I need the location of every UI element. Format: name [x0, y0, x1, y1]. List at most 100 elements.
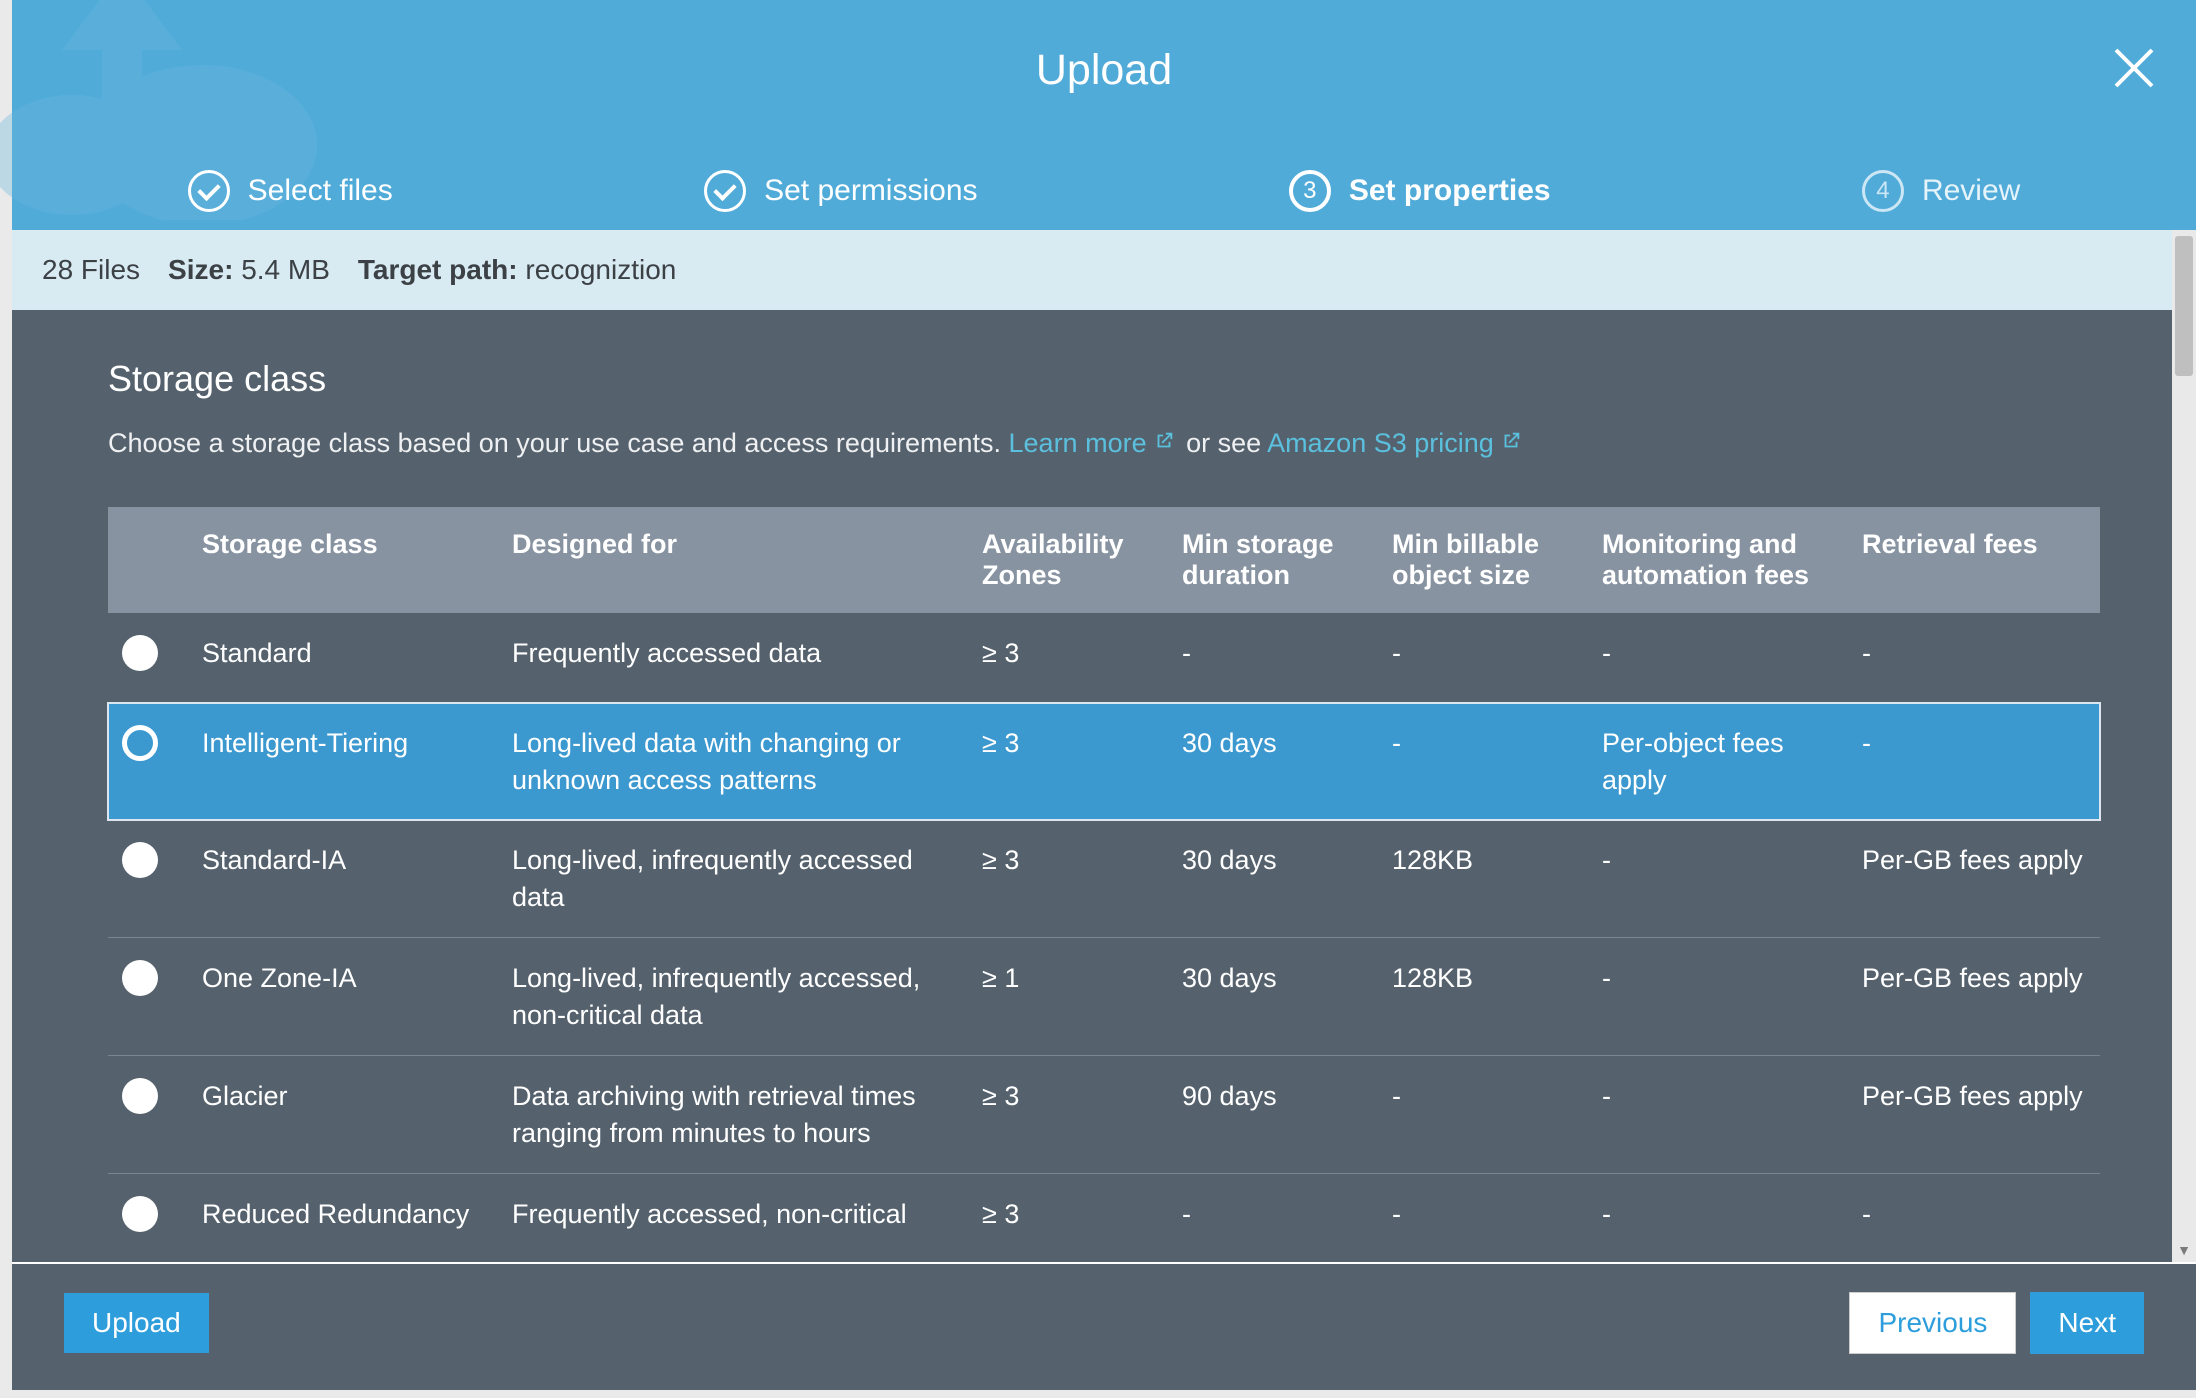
radio-button[interactable] — [122, 1078, 158, 1114]
table-row[interactable]: StandardFrequently accessed data≥ 3---- — [108, 613, 2100, 703]
cell-designed: Frequently accessed, non-critical — [498, 1173, 968, 1262]
cell-duration: 30 days — [1168, 938, 1378, 1056]
storage-class-table: Storage class Designed for Availability … — [108, 507, 2100, 1262]
external-link-icon — [1153, 430, 1175, 452]
checkmark-icon — [188, 170, 230, 212]
radio-button[interactable] — [122, 1196, 158, 1232]
cell-duration: - — [1168, 1173, 1378, 1262]
upload-button[interactable]: Upload — [64, 1293, 209, 1353]
col-min-storage-duration: Min storage duration — [1168, 507, 1378, 613]
close-button[interactable] — [2112, 46, 2156, 95]
cell-duration: 30 days — [1168, 820, 1378, 937]
cell-size: - — [1378, 703, 1588, 820]
scroll-down-arrow[interactable]: ▼ — [2175, 1242, 2193, 1260]
col-monitoring-fees: Monitoring and automation fees — [1588, 507, 1848, 613]
col-retrieval-fees: Retrieval fees — [1848, 507, 2100, 613]
cell-retrieval: Per-GB fees apply — [1848, 820, 2100, 937]
cell-az: ≥ 1 — [968, 938, 1168, 1056]
table-row[interactable]: One Zone-IALong-lived, infrequently acce… — [108, 938, 2100, 1056]
radio-button[interactable] — [122, 635, 158, 671]
table-row[interactable]: Standard-IALong-lived, infrequently acce… — [108, 820, 2100, 937]
step-number-icon: 4 — [1862, 170, 1904, 212]
upload-summary-bar: 28 Files Size: 5.4 MB Target path: recog… — [12, 230, 2196, 310]
step-review[interactable]: 4 Review — [1862, 170, 2020, 212]
radio-button[interactable] — [122, 842, 158, 878]
wizard-steps: Select files Set permissions 3 Set prope… — [12, 170, 2196, 212]
cell-designed: Data archiving with retrieval times rang… — [498, 1056, 968, 1174]
cell-class: Reduced Redundancy — [188, 1173, 498, 1262]
storage-class-section: Storage class Choose a storage class bas… — [12, 310, 2196, 1262]
cell-monitoring: Per-object fees apply — [1588, 703, 1848, 820]
cell-class: One Zone-IA — [188, 938, 498, 1056]
cell-az: ≥ 3 — [968, 1056, 1168, 1174]
cell-duration: - — [1168, 613, 1378, 703]
cell-size: - — [1378, 1173, 1588, 1262]
cell-az: ≥ 3 — [968, 703, 1168, 820]
step-number-icon: 3 — [1289, 170, 1331, 212]
cell-class: Standard-IA — [188, 820, 498, 937]
cell-az: ≥ 3 — [968, 613, 1168, 703]
cell-designed: Long-lived, infrequently accessed, non-c… — [498, 938, 968, 1056]
table-header-row: Storage class Designed for Availability … — [108, 507, 2100, 613]
learn-more-link[interactable]: Learn more — [1009, 428, 1179, 458]
section-heading: Storage class — [108, 358, 2100, 400]
radio-button[interactable] — [122, 960, 158, 996]
modal-body: 28 Files Size: 5.4 MB Target path: recog… — [12, 230, 2196, 1262]
col-availability-zones: Availability Zones — [968, 507, 1168, 613]
cell-duration: 90 days — [1168, 1056, 1378, 1174]
cell-az: ≥ 3 — [968, 1173, 1168, 1262]
close-icon — [2112, 46, 2156, 90]
cell-retrieval: Per-GB fees apply — [1848, 938, 2100, 1056]
modal-title: Upload — [12, 0, 2196, 95]
cell-retrieval: - — [1848, 1173, 2100, 1262]
modal-header: Upload Select files Set permissions 3 Se… — [12, 0, 2196, 230]
step-select-files[interactable]: Select files — [188, 170, 393, 212]
cell-designed: Long-lived data with changing or unknown… — [498, 703, 968, 820]
step-label: Review — [1922, 174, 2020, 208]
file-count: 28 Files — [42, 254, 140, 286]
checkmark-icon — [704, 170, 746, 212]
cell-designed: Long-lived, infrequently accessed data — [498, 820, 968, 937]
cell-size: 128KB — [1378, 938, 1588, 1056]
cell-monitoring: - — [1588, 820, 1848, 937]
table-row[interactable]: Reduced RedundancyFrequently accessed, n… — [108, 1173, 2100, 1262]
scrollbar[interactable]: ▼ — [2172, 230, 2196, 1262]
cell-duration: 30 days — [1168, 703, 1378, 820]
step-set-permissions[interactable]: Set permissions — [704, 170, 977, 212]
cell-designed: Frequently accessed data — [498, 613, 968, 703]
cell-monitoring: - — [1588, 613, 1848, 703]
next-button[interactable]: Next — [2030, 1292, 2144, 1354]
cell-class: Standard — [188, 613, 498, 703]
cell-class: Intelligent-Tiering — [188, 703, 498, 820]
step-set-properties[interactable]: 3 Set properties — [1289, 170, 1551, 212]
cell-retrieval: Per-GB fees apply — [1848, 1056, 2100, 1174]
cell-size: - — [1378, 613, 1588, 703]
table-row[interactable]: Intelligent-TieringLong-lived data with … — [108, 703, 2100, 820]
cell-retrieval: - — [1848, 703, 2100, 820]
modal-footer: Upload Previous Next — [12, 1262, 2196, 1390]
previous-button[interactable]: Previous — [1849, 1292, 2016, 1354]
col-designed-for: Designed for — [498, 507, 968, 613]
radio-button[interactable] — [122, 725, 158, 761]
table-row[interactable]: GlacierData archiving with retrieval tim… — [108, 1056, 2100, 1174]
step-label: Set properties — [1349, 174, 1551, 208]
step-label: Select files — [248, 174, 393, 208]
cell-monitoring: - — [1588, 1056, 1848, 1174]
col-min-billable-size: Min billable object size — [1378, 507, 1588, 613]
cell-size: - — [1378, 1056, 1588, 1174]
target-path-group: Target path: recogniztion — [358, 254, 676, 286]
section-description: Choose a storage class based on your use… — [108, 428, 2100, 459]
cell-monitoring: - — [1588, 1173, 1848, 1262]
cell-size: 128KB — [1378, 820, 1588, 937]
cell-retrieval: - — [1848, 613, 2100, 703]
cell-monitoring: - — [1588, 938, 1848, 1056]
external-link-icon — [1500, 430, 1522, 452]
s3-pricing-link[interactable]: Amazon S3 pricing — [1267, 428, 1526, 458]
scroll-thumb[interactable] — [2175, 236, 2193, 376]
size-group: Size: 5.4 MB — [168, 254, 330, 286]
upload-modal: Upload Select files Set permissions 3 Se… — [12, 0, 2196, 1390]
step-label: Set permissions — [764, 174, 977, 208]
col-storage-class: Storage class — [188, 507, 498, 613]
cell-az: ≥ 3 — [968, 820, 1168, 937]
cell-class: Glacier — [188, 1056, 498, 1174]
